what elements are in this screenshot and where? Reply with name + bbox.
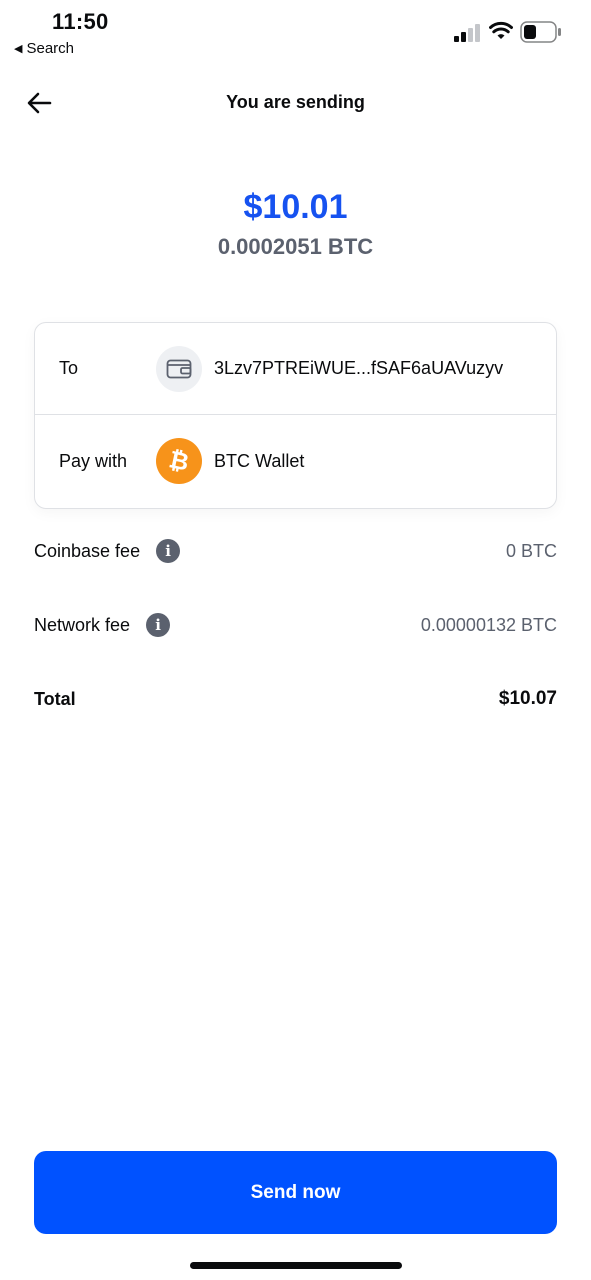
- wifi-icon: [489, 21, 513, 39]
- network-fee-row: Network fee i 0.00000132 BTC: [34, 610, 557, 640]
- network-fee-value: 0.00000132 BTC: [420, 614, 557, 635]
- back-triangle-icon: ◀: [14, 43, 23, 55]
- home-indicator: [190, 1262, 402, 1269]
- coinbase-fee-row: Coinbase fee i 0 BTC: [34, 536, 557, 566]
- recipient-label: To: [59, 358, 79, 378]
- cellular-signal-icon: [454, 24, 480, 42]
- recipient-row[interactable]: To 3Lzv7PTREiWUE...fSAF6aUAVuzyv: [35, 323, 556, 415]
- coinbase-fee-label: Coinbase fee: [34, 540, 141, 561]
- coinbase-fee-info-icon[interactable]: i: [156, 539, 181, 563]
- pay-with-row[interactable]: Pay with ₿ BTC Wallet: [35, 415, 556, 507]
- wallet-icon: [156, 345, 202, 392]
- coinbase-fee-value: 0 BTC: [505, 540, 557, 561]
- page-title: You are sending: [226, 92, 365, 112]
- back-to-search-link[interactable]: ◀ Search: [14, 40, 74, 57]
- nav-bar: You are sending: [0, 78, 591, 128]
- svg-text:₿: ₿: [167, 446, 192, 476]
- bitcoin-icon: ₿: [156, 438, 202, 484]
- total-label: Total: [34, 688, 76, 709]
- total-row: Total $10.07: [34, 684, 557, 714]
- back-to-search-label: Search: [26, 40, 74, 57]
- pay-with-label: Pay with: [59, 450, 128, 471]
- recipient-address: 3Lzv7PTREiWUE...fSAF6aUAVuzyv: [214, 358, 504, 378]
- status-time: 11:50: [52, 9, 109, 34]
- transaction-details-card: To 3Lzv7PTREiWUE...fSAF6aUAVuzyv Pay wit…: [34, 322, 557, 509]
- battery-icon: [520, 21, 561, 43]
- amount-crypto: 0.0002051 BTC: [217, 234, 374, 259]
- pay-with-wallet: BTC Wallet: [214, 450, 305, 471]
- total-value: $10.07: [498, 688, 557, 709]
- amount-fiat: $10.01: [243, 188, 348, 226]
- send-now-button[interactable]: Send now: [34, 1151, 557, 1234]
- network-fee-info-icon[interactable]: i: [146, 613, 171, 637]
- network-fee-label: Network fee: [34, 614, 131, 635]
- status-bar: 11:50 ◀ Search: [0, 0, 591, 70]
